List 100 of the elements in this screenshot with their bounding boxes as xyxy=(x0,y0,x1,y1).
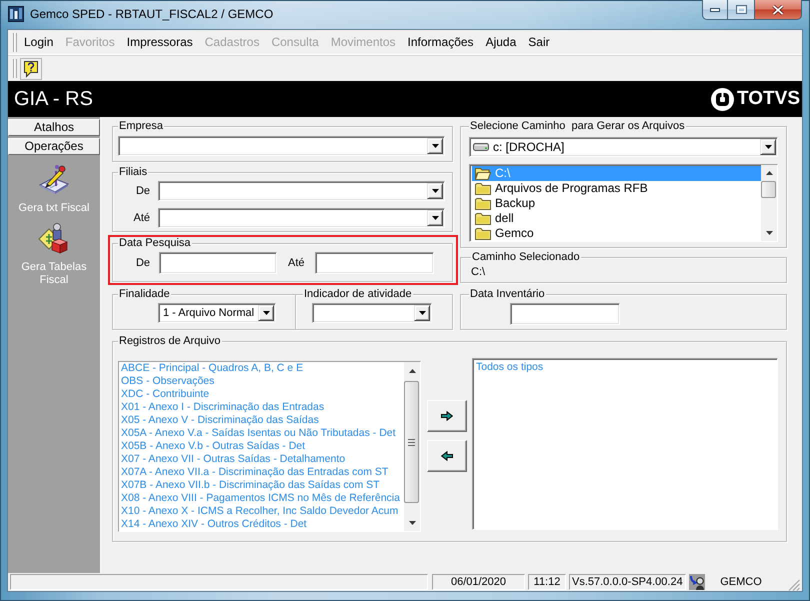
caret-icon xyxy=(432,144,438,148)
dropdown-button[interactable] xyxy=(258,305,274,321)
pen-paper-icon xyxy=(38,163,70,195)
group-button[interactable]: Operações xyxy=(8,138,100,155)
dropdown-field[interactable]: 1 - Arquivo Normal xyxy=(158,303,276,323)
field-label: Até xyxy=(288,256,305,270)
scrollbar-thumb[interactable] xyxy=(404,381,419,503)
menu-item[interactable]: Login xyxy=(18,33,60,51)
minimize-button[interactable] xyxy=(702,0,728,20)
list-item[interactable]: X07A - Anexo VII.a - Discriminação das Entradas com ST xyxy=(121,466,404,479)
menu-item[interactable]: Impressoras xyxy=(120,33,199,51)
folder-item[interactable]: C:\ xyxy=(472,166,761,181)
list-item[interactable]: ABCE - Principal - Quadros A, B, C e E xyxy=(121,362,404,375)
header-title: GIA - RS xyxy=(14,87,93,111)
group-label: Data Pesquisa xyxy=(118,237,192,250)
move-left-button[interactable] xyxy=(427,440,467,472)
left-arrow-icon xyxy=(441,451,453,461)
folder-list[interactable]: C:\ Arquivos de Programas RFB Backup dell Gemco xyxy=(469,164,778,242)
list-item[interactable]: X05A - Anexo V.a - Saídas Isentas ou Não Tributadas - Det xyxy=(121,427,404,440)
caret-icon xyxy=(764,145,772,149)
drive-icon xyxy=(473,142,489,152)
date-field[interactable] xyxy=(510,303,620,325)
caret-icon xyxy=(432,216,438,220)
down-arrow-icon xyxy=(408,520,416,524)
dropdown-button[interactable] xyxy=(414,305,430,321)
caret-icon xyxy=(262,311,270,315)
folder-icon xyxy=(475,212,491,225)
menu-item[interactable]: Ajuda xyxy=(480,33,522,51)
scrollbar[interactable] xyxy=(404,362,420,531)
list-item[interactable]: X01 - Anexo I - Discriminação das Entradas xyxy=(121,401,404,414)
group-label: Empresa xyxy=(118,120,164,133)
selected-list[interactable]: Todos os tipos xyxy=(472,358,778,530)
dropdown-button[interactable] xyxy=(760,139,776,155)
list-item[interactable]: X14 - Anexo XIV - Outros Créditos - Det xyxy=(121,518,404,531)
drag-handle[interactable] xyxy=(13,59,17,78)
dropdown-button[interactable] xyxy=(427,210,443,226)
app-icon xyxy=(8,6,24,22)
logo-icon xyxy=(711,88,734,110)
version-label: Vs.57.0.0.0-SP4.00.24 xyxy=(569,574,686,590)
list-item[interactable]: Todos os tipos xyxy=(476,361,777,374)
resize-grip[interactable] xyxy=(788,579,800,591)
folder-icon xyxy=(475,182,491,195)
list-item[interactable]: X05 - Anexo V - Discriminação das Saídas xyxy=(121,414,404,427)
dropdown-field[interactable] xyxy=(312,303,432,323)
help-button[interactable] xyxy=(20,58,42,80)
list-item[interactable]: X05B - Anexo V.b - Outras Saídas - Det xyxy=(121,440,404,453)
help-icon xyxy=(22,60,40,78)
folder-icon xyxy=(475,227,491,240)
group-button[interactable]: Atalhos xyxy=(8,119,100,136)
close-button[interactable] xyxy=(755,0,802,20)
dropdown-button[interactable] xyxy=(427,138,443,154)
list-item[interactable]: X07B - Anexo VII.b - Discriminação das Saídas com ST xyxy=(121,479,404,492)
close-icon xyxy=(772,4,784,14)
list-item[interactable]: X07 - Anexo VII - Outras Saídas - Detalhamento xyxy=(121,453,404,466)
sidebar-item[interactable]: Gera txt Fiscal xyxy=(8,163,100,215)
menu-item[interactable]: Sair xyxy=(522,33,556,51)
scrollbar[interactable] xyxy=(761,165,777,241)
user-name: GEMCO xyxy=(719,575,763,590)
up-arrow-icon xyxy=(408,368,416,372)
list-item[interactable]: OBS - Observações xyxy=(121,375,404,388)
folder-icon xyxy=(475,197,491,210)
field-label: De xyxy=(134,184,150,198)
dropdown-button[interactable] xyxy=(427,183,443,199)
folder-item[interactable]: Backup xyxy=(472,196,761,211)
list-item[interactable]: XDC - Contribuinte xyxy=(121,388,404,401)
list-item[interactable]: X08 - Anexo VIII - Pagamentos ICMS no Mês de Referência xyxy=(121,492,404,505)
group-label: Selecione Caminho para Gerar os Arquivos xyxy=(469,120,686,133)
list-item[interactable]: X10 - Anexo X - ICMS a Recolher, Inc Saldo Devedor Acum xyxy=(121,505,404,518)
date-field[interactable] xyxy=(314,252,434,274)
minimize-icon xyxy=(710,8,720,12)
sidebar-item[interactable]: Gera Tabelas Fiscal xyxy=(8,222,100,287)
dropdown-field[interactable] xyxy=(118,136,445,156)
record-list[interactable] xyxy=(118,361,421,532)
caret-icon xyxy=(418,311,426,315)
drag-handle[interactable] xyxy=(13,32,17,52)
status-date: 06/01/2020 xyxy=(432,574,525,590)
down-arrow-icon xyxy=(766,231,772,235)
folder-item[interactable]: dell xyxy=(472,211,761,226)
scrollbar-thumb[interactable] xyxy=(761,181,776,198)
move-right-button[interactable] xyxy=(427,400,467,432)
field-label: De xyxy=(134,256,150,270)
status-time: 11:12 xyxy=(528,574,566,590)
up-arrow-icon xyxy=(766,171,772,175)
caret-icon xyxy=(432,189,438,193)
date-field[interactable] xyxy=(159,252,277,274)
field-label: Até xyxy=(132,212,150,224)
folder-item[interactable]: Arquivos de Programas RFB xyxy=(472,181,761,196)
maximize-icon xyxy=(736,5,746,14)
window-title: Gemco SPED - RBTAUT_FISCAL2 / GEMCO xyxy=(30,6,274,23)
maximize-button[interactable] xyxy=(728,0,755,20)
menu-item[interactable]: Informações xyxy=(402,33,480,51)
right-arrow-icon xyxy=(441,411,453,421)
group-label: Registros de Arquivo xyxy=(118,335,222,348)
drive-dropdown[interactable]: c: [DROCHA] xyxy=(469,137,778,157)
path-value: C:\ xyxy=(471,266,486,279)
blocks-icon xyxy=(38,222,70,254)
folder-item[interactable]: Gemco xyxy=(472,226,761,241)
dropdown-field[interactable] xyxy=(158,208,445,228)
dropdown-field[interactable] xyxy=(158,181,445,201)
open-folder-icon xyxy=(475,167,491,180)
